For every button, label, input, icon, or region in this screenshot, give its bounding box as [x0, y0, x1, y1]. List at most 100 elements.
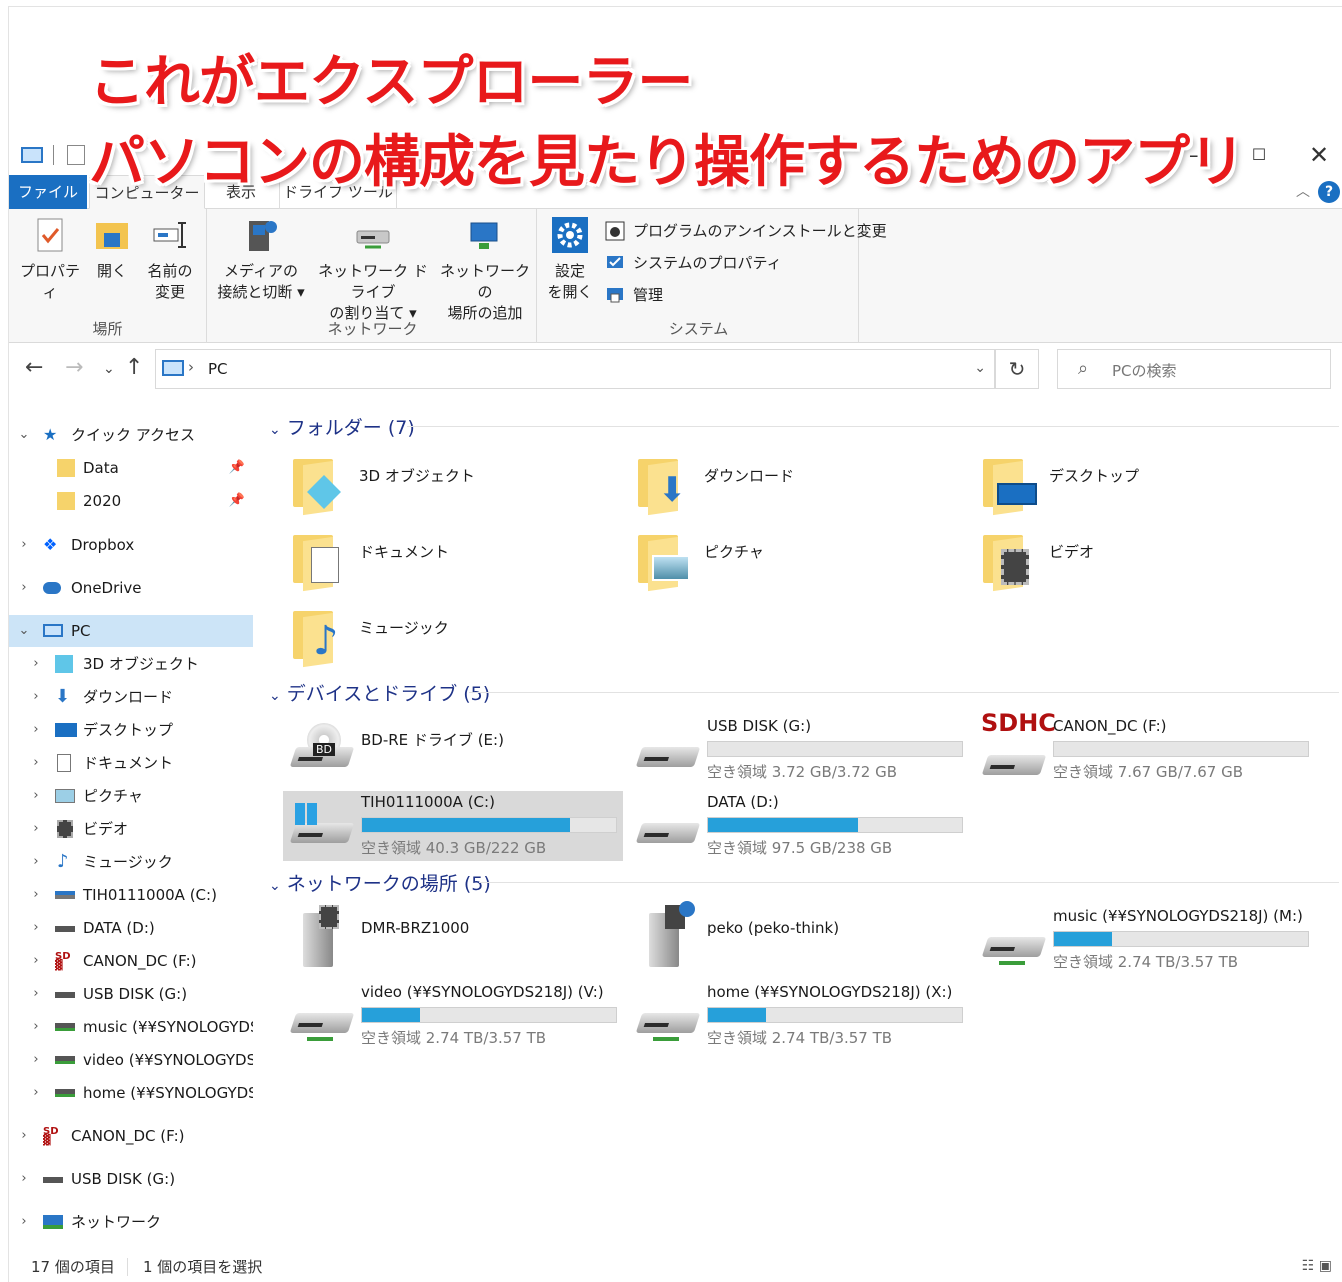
- sidebar-item-canon[interactable]: › SD ▓ CANON_DC (F:): [9, 1120, 253, 1152]
- address-dropdown-icon[interactable]: ⌄: [974, 360, 986, 376]
- expand-chevron-icon[interactable]: ›: [29, 681, 43, 713]
- map-network-drive-button[interactable]: ネットワーク ドライブ の割り当て ▾: [311, 217, 435, 324]
- sidebar-item-d-drive[interactable]: › DATA (D:): [9, 912, 253, 944]
- drive-canon-dc[interactable]: SDHC CANON_DC (F:) 空き領域 7.67 GB/7.67 GB: [975, 709, 1315, 785]
- drive-c[interactable]: TIH0111000A (C:) 空き領域 40.3 GB/222 GB: [283, 791, 623, 861]
- close-button[interactable]: ✕: [1304, 141, 1334, 169]
- expand-chevron-icon[interactable]: ›: [29, 1077, 43, 1109]
- sidebar-item-pc[interactable]: ⌄ PC: [9, 615, 253, 647]
- tab-file[interactable]: ファイル: [9, 175, 87, 209]
- sidebar-item-3d-objects[interactable]: › 3D オブジェクト: [9, 648, 253, 680]
- open-settings-button[interactable]: 設定 を開く: [545, 217, 595, 303]
- group-header-devices[interactable]: ⌄ デバイスとドライブ (5): [269, 679, 1339, 706]
- expand-chevron-icon[interactable]: ›: [29, 747, 43, 779]
- maximize-button[interactable]: ☐: [1244, 141, 1274, 169]
- sidebar-item-dropbox[interactable]: › ❖ Dropbox: [9, 529, 253, 561]
- refresh-button[interactable]: ↻: [995, 349, 1039, 389]
- expand-chevron-icon[interactable]: ⌄: [17, 419, 31, 451]
- media-connect-button[interactable]: メディアの 接続と切断 ▾: [215, 217, 307, 303]
- netplace-music[interactable]: music (¥¥SYNOLOGYDS218J) (M:) 空き領域 2.74 …: [975, 905, 1315, 975]
- group-header-network[interactable]: ⌄ ネットワークの場所 (5): [269, 869, 1339, 896]
- properties-button[interactable]: プロパティ: [19, 217, 81, 303]
- collapse-chevron-icon[interactable]: ⌄: [269, 878, 281, 894]
- netplace-dmr[interactable]: DMR-BRZ1000: [283, 905, 623, 975]
- pin-icon[interactable]: 📌: [229, 485, 245, 517]
- folder-music[interactable]: ♪ ミュージック: [263, 607, 593, 677]
- drive-d[interactable]: DATA (D:) 空き領域 97.5 GB/238 GB: [629, 791, 969, 861]
- collapse-ribbon-icon[interactable]: ︿: [1296, 181, 1310, 201]
- large-icons-view-icon[interactable]: ▣: [1319, 1258, 1332, 1274]
- sidebar-item-documents[interactable]: › ドキュメント: [9, 747, 253, 779]
- sidebar-item-video-share[interactable]: › video (¥¥SYNOLOGYDS: [9, 1044, 253, 1076]
- expand-chevron-icon[interactable]: ›: [17, 572, 31, 604]
- forward-arrow-icon[interactable]: →: [65, 355, 83, 380]
- system-properties-button[interactable]: システムのプロパティ: [603, 249, 782, 277]
- sidebar-item-quick-access[interactable]: ⌄ ★ クイック アクセス: [9, 419, 253, 451]
- folder-3d-objects[interactable]: 3D オブジェクト: [263, 455, 593, 525]
- expand-chevron-icon[interactable]: ›: [29, 648, 43, 680]
- sidebar-item-2020[interactable]: 2020 📌: [9, 485, 253, 517]
- expand-chevron-icon[interactable]: ›: [17, 1120, 31, 1152]
- expand-chevron-icon[interactable]: ›: [29, 780, 43, 812]
- sidebar-item-network[interactable]: › ネットワーク: [9, 1206, 253, 1238]
- back-arrow-icon[interactable]: ←: [25, 355, 43, 380]
- expand-chevron-icon[interactable]: ›: [29, 945, 43, 977]
- sidebar-item-c-drive[interactable]: › TIH0111000A (C:): [9, 879, 253, 911]
- sidebar-item-music-share[interactable]: › music (¥¥SYNOLOGYDS: [9, 1011, 253, 1043]
- expand-chevron-icon[interactable]: ›: [29, 978, 43, 1010]
- sidebar-item-music[interactable]: › ♪ ミュージック: [9, 846, 253, 878]
- sidebar-item-f-drive[interactable]: › SD ▓ CANON_DC (F:): [9, 945, 253, 977]
- netplace-peko[interactable]: peko (peko-think): [629, 901, 969, 975]
- sidebar-item-videos[interactable]: › ビデオ: [9, 813, 253, 845]
- drive-usb-disk[interactable]: USB DISK (G:) 空き領域 3.72 GB/3.72 GB: [629, 715, 969, 785]
- expand-chevron-icon[interactable]: ›: [29, 912, 43, 944]
- search-input[interactable]: ⌕ PCの検索: [1057, 349, 1331, 389]
- group-title: フォルダー (7): [286, 417, 415, 439]
- sidebar-item-g-drive[interactable]: › USB DISK (G:): [9, 978, 253, 1010]
- folder-downloads[interactable]: ⬇ ダウンロード: [608, 455, 938, 525]
- collapse-chevron-icon[interactable]: ⌄: [269, 688, 281, 704]
- details-view-icon[interactable]: ☷: [1302, 1258, 1315, 1274]
- sidebar-item-usb[interactable]: › USB DISK (G:): [9, 1163, 253, 1195]
- pin-icon[interactable]: 📌: [229, 452, 245, 484]
- expand-chevron-icon[interactable]: ›: [29, 1044, 43, 1076]
- help-icon[interactable]: ?: [1318, 181, 1340, 203]
- expand-chevron-icon[interactable]: ›: [17, 1206, 31, 1238]
- open-button[interactable]: 開く: [89, 217, 135, 282]
- expand-chevron-icon[interactable]: ›: [29, 879, 43, 911]
- expand-chevron-icon[interactable]: ›: [29, 813, 43, 845]
- film-icon: [57, 820, 73, 838]
- address-bar[interactable]: › PC ⌄: [155, 349, 995, 389]
- breadcrumb-chevron-icon[interactable]: ›: [188, 358, 194, 376]
- expand-chevron-icon[interactable]: ›: [29, 846, 43, 878]
- netplace-video[interactable]: video (¥¥SYNOLOGYDS218J) (V:) 空き領域 2.74 …: [283, 981, 623, 1051]
- sidebar-item-home-share[interactable]: › home (¥¥SYNOLOGYDS: [9, 1077, 253, 1109]
- folder-videos[interactable]: ビデオ: [953, 531, 1283, 601]
- uninstall-program-button[interactable]: プログラムのアンインストールと変更: [603, 217, 887, 245]
- expand-chevron-icon[interactable]: ›: [29, 1011, 43, 1043]
- drive-bd-re[interactable]: BD BD-RE ドライブ (E:): [283, 715, 623, 785]
- sidebar-item-data[interactable]: Data 📌: [9, 452, 253, 484]
- netplace-home[interactable]: home (¥¥SYNOLOGYDS218J) (X:) 空き領域 2.74 T…: [629, 981, 969, 1051]
- add-network-location-button[interactable]: ネットワークの 場所の追加: [439, 217, 531, 324]
- recent-locations-chevron-icon[interactable]: ⌄: [103, 361, 115, 377]
- sidebar-item-onedrive[interactable]: › OneDrive: [9, 572, 253, 604]
- sidebar-item-desktop[interactable]: › デスクトップ: [9, 714, 253, 746]
- up-arrow-icon[interactable]: ↑: [125, 355, 143, 380]
- expand-chevron-icon[interactable]: ›: [17, 529, 31, 561]
- expand-chevron-icon[interactable]: ›: [29, 714, 43, 746]
- collapse-chevron-icon[interactable]: ⌄: [269, 422, 281, 438]
- folder-documents[interactable]: ドキュメント: [263, 531, 593, 601]
- folder-desktop[interactable]: デスクトップ: [953, 455, 1283, 525]
- address-path[interactable]: PC: [208, 360, 228, 378]
- group-header-folders[interactable]: ⌄ フォルダー (7): [269, 413, 1339, 440]
- sidebar-item-downloads[interactable]: › ⬇ ダウンロード: [9, 681, 253, 713]
- expand-chevron-icon[interactable]: ⌄: [17, 615, 31, 647]
- quick-access-toolbar-icon[interactable]: [67, 145, 85, 165]
- manage-button[interactable]: 管理: [603, 281, 663, 309]
- expand-chevron-icon[interactable]: ›: [17, 1163, 31, 1195]
- network-drive-icon: [981, 917, 1047, 967]
- rename-button[interactable]: 名前の 変更: [141, 217, 199, 303]
- folder-pictures[interactable]: ピクチャ: [608, 531, 938, 601]
- sidebar-item-pictures[interactable]: › ピクチャ: [9, 780, 253, 812]
